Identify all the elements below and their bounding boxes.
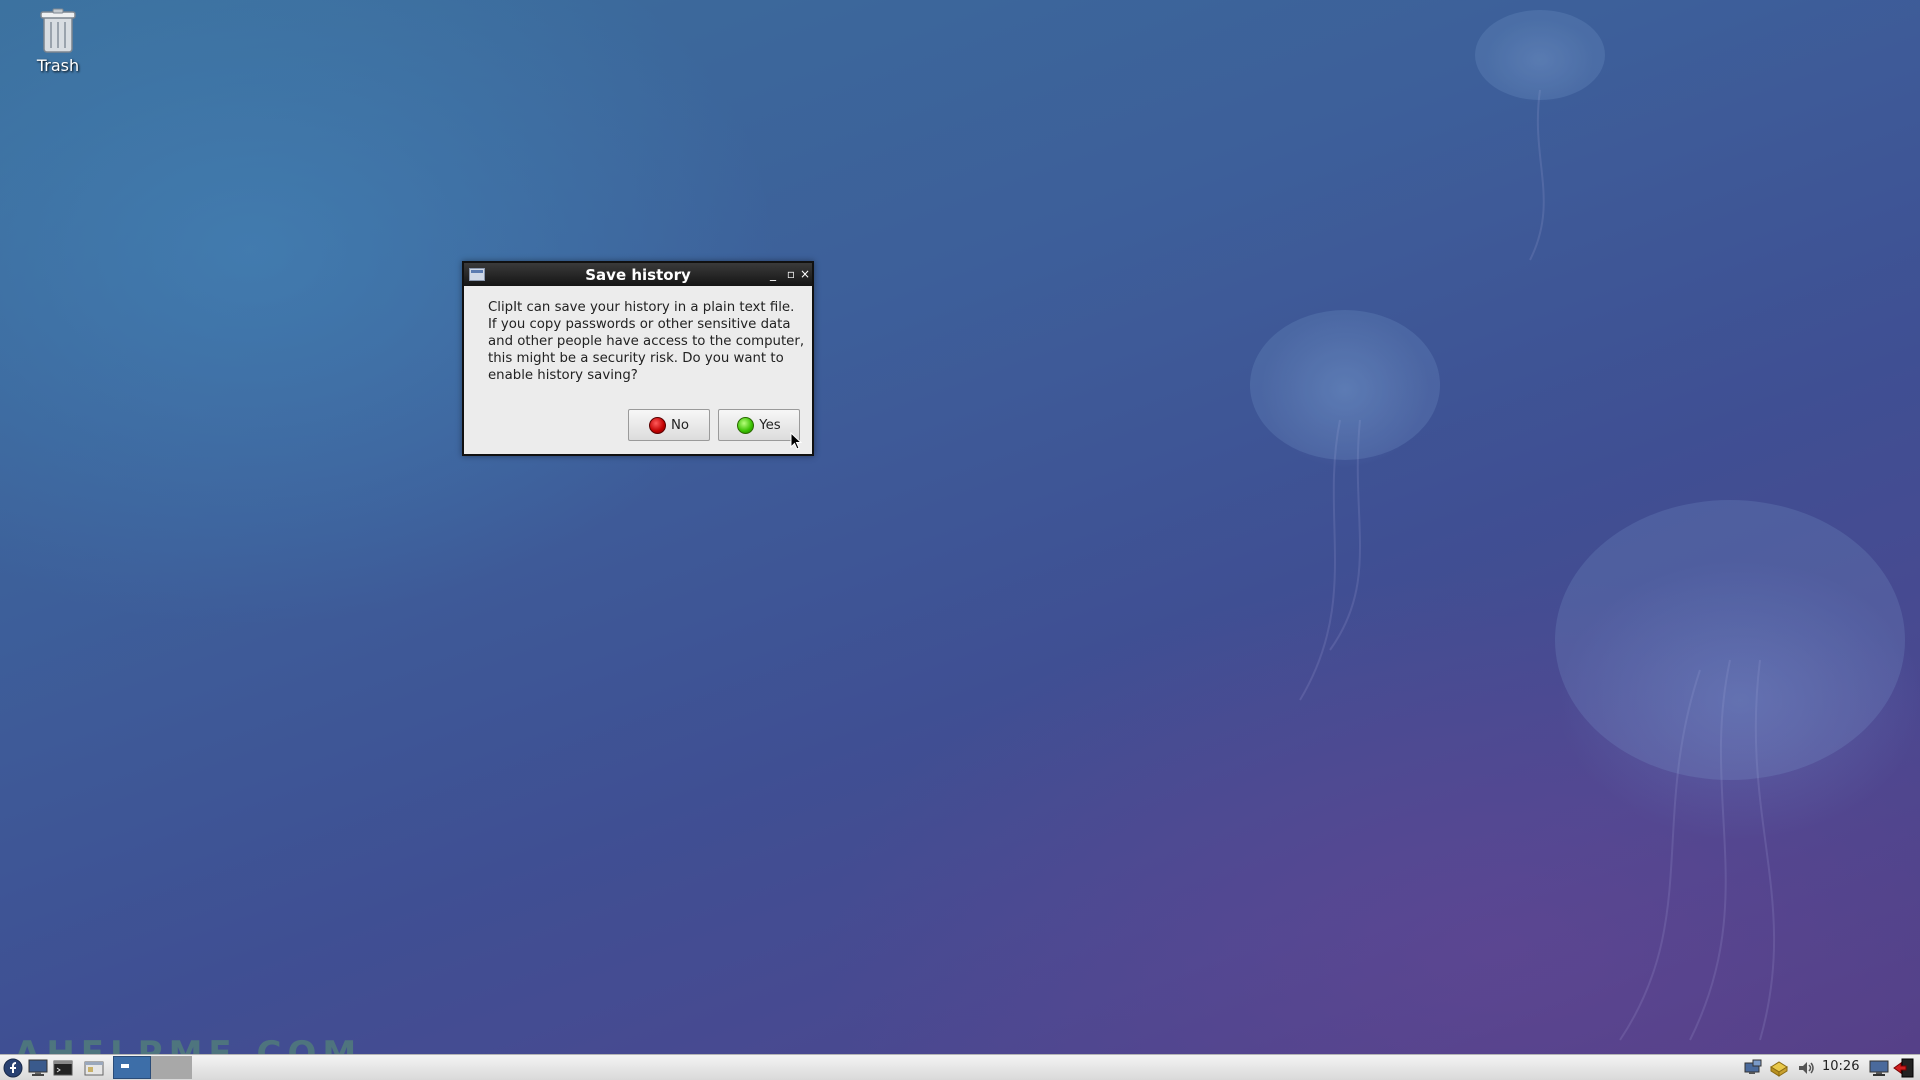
trash-desktop-icon[interactable]: Trash — [22, 8, 94, 82]
clipboard-icon — [1770, 1061, 1788, 1077]
file-manager-icon — [84, 1061, 104, 1076]
trash-label: Trash — [36, 56, 80, 75]
network-icon — [1744, 1059, 1762, 1074]
desktop-background: Trash AHELPME.COM — [0, 0, 1920, 1074]
volume-tray-button[interactable] — [1796, 1057, 1818, 1079]
dialog-message: ClipIt can save your history in a plain … — [488, 300, 805, 383]
taskbar: 10:26 — [0, 1054, 1920, 1080]
fedora-menu-icon — [3, 1058, 23, 1078]
desktop-icon — [28, 1059, 48, 1076]
dialog-title: Save history — [585, 266, 691, 284]
terminal-icon — [53, 1060, 73, 1076]
no-button[interactable]: No — [628, 409, 710, 441]
mouse-cursor-icon — [790, 432, 802, 450]
yes-button[interactable]: Yes — [718, 409, 800, 441]
no-button-label: No — [670, 417, 690, 433]
red-circle-icon — [648, 416, 666, 434]
monitor-icon — [1869, 1060, 1889, 1076]
volume-icon — [1799, 1062, 1814, 1074]
green-circle-icon — [737, 416, 755, 434]
network-tray-button[interactable] — [1742, 1057, 1764, 1079]
logout-button[interactable] — [1892, 1057, 1916, 1079]
taskbar-window-save-history[interactable] — [113, 1056, 151, 1079]
trash-icon — [40, 8, 76, 53]
minimize-button[interactable]: _ — [765, 266, 781, 282]
window-icon — [121, 1063, 129, 1068]
yes-button-label: Yes — [759, 417, 781, 433]
taskbar-empty-slot[interactable] — [151, 1056, 192, 1079]
fedora-menu-button[interactable] — [2, 1057, 24, 1079]
clock[interactable]: 10:26 — [1822, 1059, 1859, 1074]
logout-icon — [1893, 1058, 1914, 1078]
display-tray-button[interactable] — [1868, 1057, 1890, 1079]
show-desktop-button[interactable] — [27, 1057, 49, 1079]
save-history-dialog: Save history _ ▫ × ClipIt can save your … — [462, 261, 814, 456]
close-button[interactable]: × — [797, 266, 813, 282]
clipit-tray-button[interactable] — [1768, 1057, 1790, 1079]
dialog-titlebar[interactable]: Save history _ ▫ × — [464, 263, 812, 286]
file-manager-launcher[interactable] — [83, 1057, 105, 1079]
wallpaper-jellyfish — [1250, 10, 1905, 1041]
terminal-launcher[interactable] — [52, 1057, 74, 1079]
